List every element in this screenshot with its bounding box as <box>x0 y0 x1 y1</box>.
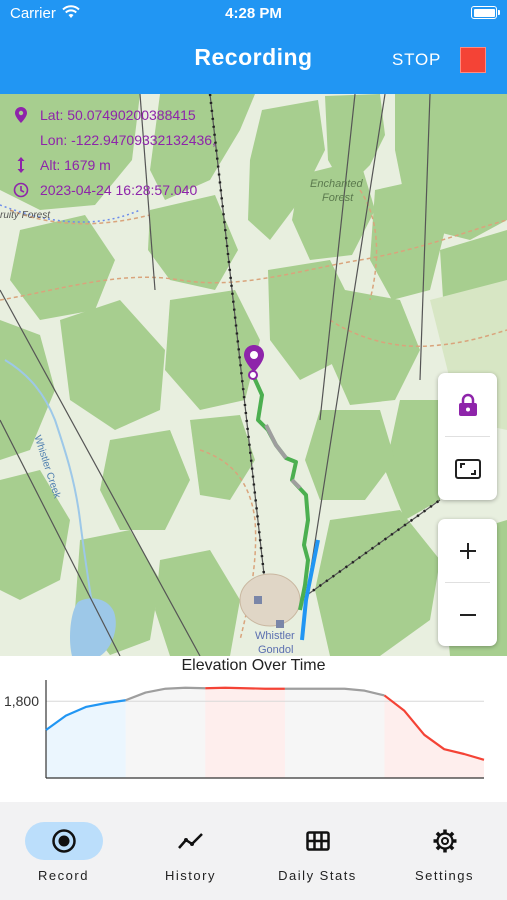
app-header: Carrier 4:28 PM Recording STOP <box>0 0 507 94</box>
zoom-in-button[interactable] <box>438 519 497 582</box>
longitude-row: Lon: -122.94709332132436, <box>12 127 216 152</box>
elevation-chart-plot: 1,800 <box>4 680 485 779</box>
stop-label[interactable]: STOP <box>392 50 441 70</box>
map-label-fruity-forest: ruity Forest <box>0 210 51 221</box>
height-arrow-icon <box>12 156 30 174</box>
nav-daily-stats-label: Daily Stats <box>278 868 357 883</box>
location-info-panel: Lat: 50.07490200388415 Lon: -122.9470933… <box>12 102 216 202</box>
nav-record-label: Record <box>38 868 89 883</box>
battery-icon <box>471 6 500 19</box>
altitude-value: Alt: 1679 m <box>40 156 111 173</box>
nav-record[interactable]: Record <box>0 802 127 900</box>
map-view[interactable]: Enchanted Forest ruity Forest Whistler C… <box>0 94 507 656</box>
zoom-in-icon <box>459 542 476 559</box>
nav-history-label: History <box>165 868 216 883</box>
record-icon <box>51 829 76 853</box>
nav-settings-label: Settings <box>415 868 474 883</box>
stop-button[interactable] <box>460 47 486 73</box>
map-label-enchanted: Enchanted <box>310 178 363 190</box>
longitude-value: Lon: -122.94709332132436, <box>40 131 216 148</box>
elevation-chart: Elevation Over Time 1,800 <box>0 656 507 802</box>
status-bar: Carrier 4:28 PM <box>0 0 507 28</box>
fullscreen-icon <box>454 458 481 479</box>
zoom-out-icon <box>459 613 476 616</box>
map-lock-controls <box>438 373 497 500</box>
history-icon <box>177 833 203 849</box>
nav-settings[interactable]: Settings <box>381 802 507 900</box>
chart-title: Elevation Over Time <box>181 657 326 674</box>
latitude-value: Lat: 50.07490200388415 <box>40 106 196 123</box>
elevation-series-segment-2 <box>205 686 285 690</box>
latitude-row: Lat: 50.07490200388415 <box>12 102 216 127</box>
clock-icon <box>12 181 30 199</box>
altitude-row: Alt: 1679 m <box>12 152 216 177</box>
map-label-forest: Forest <box>322 192 354 204</box>
gear-icon <box>433 829 456 853</box>
location-pin-icon <box>12 106 30 124</box>
lock-button[interactable] <box>438 373 497 436</box>
grid-icon <box>305 831 330 851</box>
nav-history[interactable]: History <box>127 802 254 900</box>
nav-daily-stats[interactable]: Daily Stats <box>254 802 381 900</box>
location-pin-icon <box>244 345 264 372</box>
lock-icon <box>458 393 477 416</box>
elevation-fill-3 <box>284 688 385 778</box>
fullscreen-button[interactable] <box>438 437 497 500</box>
elevation-fill-0 <box>46 700 126 778</box>
zoom-out-button[interactable] <box>438 583 497 646</box>
timestamp-row: 2023-04-24 16:28:57.040 <box>12 177 216 202</box>
clock: 4:28 PM <box>225 5 282 22</box>
bottom-navigation: Record History Daily Stats Settings <box>0 802 507 900</box>
map-zoom-controls <box>438 519 497 646</box>
timestamp-value: 2023-04-24 16:28:57.040 <box>40 181 198 198</box>
map-label-whistler: Whistler <box>255 630 295 642</box>
y-tick-label: 1,800 <box>4 693 39 709</box>
map-label-gondola: Gondol <box>258 644 294 656</box>
